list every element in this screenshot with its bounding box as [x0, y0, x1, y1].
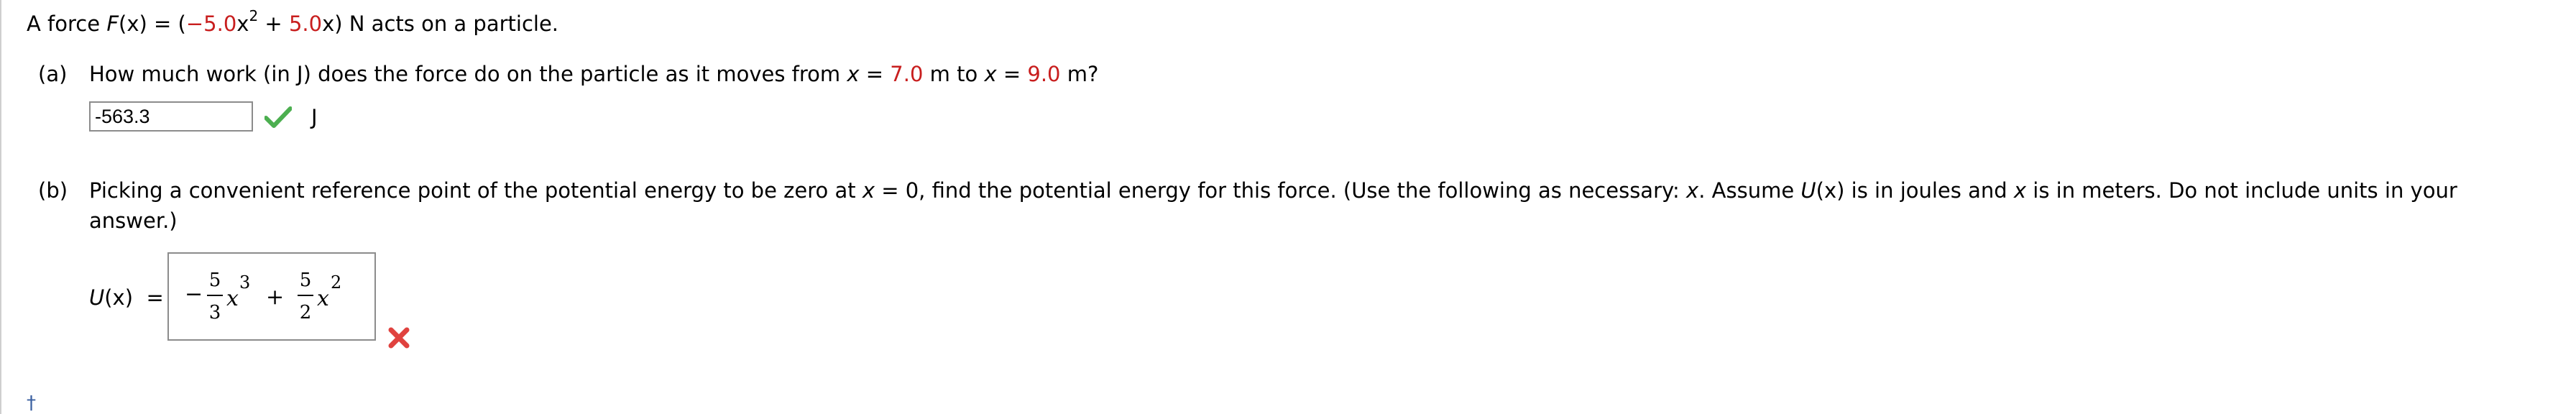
var-x-1: x [236, 12, 249, 36]
cross-icon [388, 327, 410, 349]
to-text: m to [923, 62, 985, 86]
equals: = [859, 62, 891, 86]
statement-equals: = ( [147, 12, 186, 36]
var-u: U [89, 285, 105, 310]
var-x-term-1: x [226, 286, 239, 311]
part-a-question-text: How much work (in J) does the force do o… [89, 62, 847, 86]
equals: = [996, 62, 1028, 86]
part-b-question-line-2: answer.) [89, 208, 178, 233]
u-of-x-label: U(x) = [89, 288, 164, 308]
part-a-unit: J [311, 105, 318, 129]
check-icon [264, 106, 292, 128]
part-b-text: . Assume [1698, 178, 1801, 203]
var-x: x [862, 178, 875, 203]
part-b-text: Picking a convenient reference point of … [89, 178, 862, 203]
x-start-value: 7.0 [890, 62, 924, 86]
var-x-term-2: x [317, 286, 329, 311]
coefficient-1: −5.0 [185, 12, 237, 36]
var-x: x [1686, 178, 1699, 203]
plus-sign: + [266, 285, 284, 310]
part-b-text: = 0, find the potential energy for this … [875, 178, 1687, 203]
minus-sign: − [185, 282, 203, 307]
left-border [0, 0, 1, 414]
exponent-1: 3 [239, 272, 250, 293]
plus-sign: + [258, 12, 289, 36]
var-x: x [984, 62, 997, 86]
exponent: 2 [249, 7, 259, 24]
part-a-question: How much work (in J) does the force do o… [89, 64, 1098, 85]
var-x: x [847, 62, 860, 86]
x-end-value: 9.0 [1027, 62, 1061, 86]
u-label-rest: (x) = [104, 285, 164, 310]
coefficient-2: 5.0 [288, 12, 323, 36]
force-arg: (x) [119, 12, 147, 36]
numerator-2: 5 [300, 270, 312, 291]
part-a-label: (a) [38, 62, 68, 86]
numerator-1: 5 [209, 270, 221, 291]
footnote-dagger: † [27, 392, 36, 414]
denominator-1: 3 [209, 302, 221, 323]
denominator-2: 2 [300, 302, 312, 323]
part-b-question-line-1: Picking a convenient reference point of … [89, 180, 2457, 201]
var-x: x [2013, 178, 2027, 203]
var-u: U [1800, 178, 1816, 203]
statement-prefix: A force [27, 12, 107, 36]
part-a-answer-input[interactable]: -563.3 [89, 101, 253, 132]
part-b-text: (x) is in joules and [1816, 178, 2014, 203]
part-b-label: (b) [38, 178, 68, 203]
problem-statement: A force F(x) = (−5.0x2 + 5.0x) N acts on… [27, 9, 559, 36]
exponent-2: 2 [331, 272, 341, 293]
force-symbol: F [106, 12, 119, 36]
part-b-text: is in meters. Do not include units in yo… [2026, 178, 2457, 203]
part-b-expression-input[interactable]: − 5 3 x 3 + 5 2 x 2 [167, 252, 376, 341]
question-suffix: m? [1060, 62, 1099, 86]
statement-suffix: ) N acts on a particle. [334, 12, 559, 36]
var-x-2: x [322, 12, 335, 36]
